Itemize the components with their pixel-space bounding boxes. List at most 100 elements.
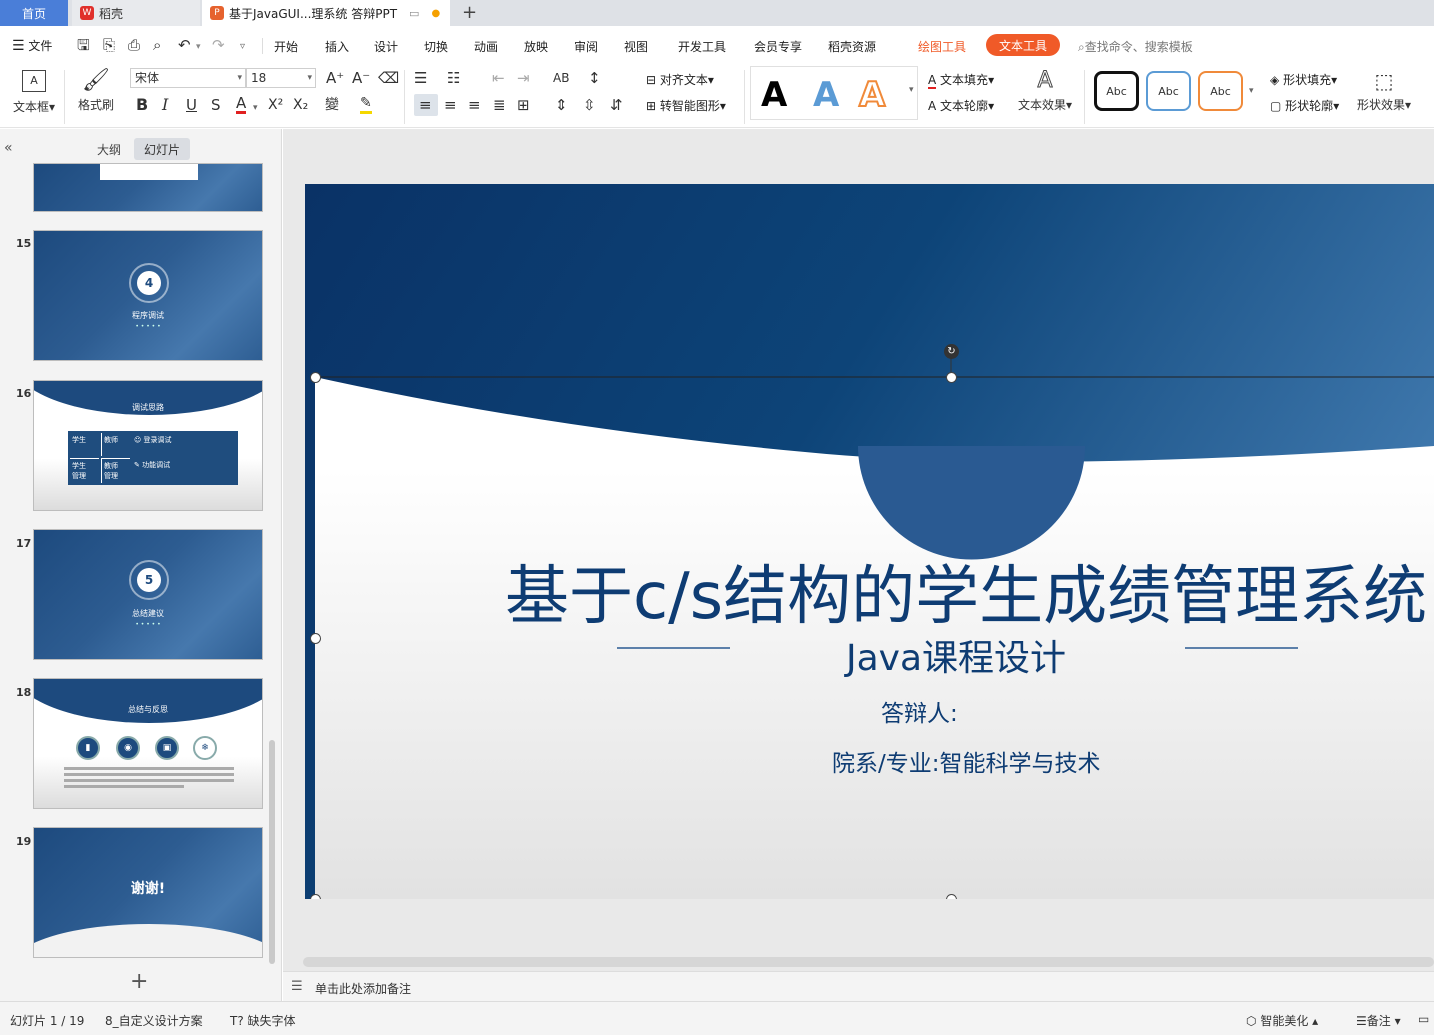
- menu-5[interactable]: 动画: [474, 38, 498, 55]
- slide-thumbnail-19[interactable]: 谢谢!: [33, 827, 263, 958]
- shape-style-orange[interactable]: Abc: [1198, 71, 1243, 111]
- horizontal-scrollbar[interactable]: [303, 957, 1434, 967]
- bold-button[interactable]: B: [136, 96, 148, 114]
- print-icon[interactable]: ⎙: [128, 36, 140, 54]
- smart-beautify-button[interactable]: ⬡ 智能美化 ▴: [1246, 1012, 1318, 1029]
- slide-thumbnail-17[interactable]: 5 总结建议 • • • • •: [33, 529, 263, 660]
- text-style-black[interactable]: A: [761, 75, 787, 115]
- command-search[interactable]: ⌕查找命令、搜索模板: [1078, 38, 1193, 55]
- slide-department[interactable]: 院系/专业:智能科学与技术: [832, 744, 1101, 778]
- resize-handle[interactable]: [946, 894, 957, 899]
- line-height-icon[interactable]: ⇳: [583, 96, 596, 114]
- redo-icon[interactable]: ↷: [212, 36, 225, 54]
- shape-style-black[interactable]: Abc: [1094, 71, 1139, 111]
- slide-thumbnail-14[interactable]: [33, 163, 263, 212]
- notes-pane[interactable]: ☰ 单击此处添加备注: [283, 971, 1434, 1001]
- text-fill-button[interactable]: A 文本填充▾: [928, 71, 994, 89]
- current-slide[interactable]: 基于c/s结构的学生成绩管理系统 Java课程设计 答辩人: 院系/专业:智能科…: [305, 184, 1434, 899]
- italic-button[interactable]: I: [162, 96, 168, 114]
- add-slide-button[interactable]: +: [130, 969, 148, 994]
- superscript-button[interactable]: X²: [268, 96, 283, 114]
- comment-icon[interactable]: ▭: [1418, 1012, 1429, 1026]
- convert-smartart-button[interactable]: ⊞ 转智能图形▾: [646, 97, 726, 114]
- shape-outline-button[interactable]: ▢ 形状轮廓▾: [1270, 97, 1339, 114]
- text-direction-icon[interactable]: AB: [553, 69, 569, 87]
- align-text-button[interactable]: ⊟ 对齐文本▾: [646, 71, 714, 88]
- design-scheme[interactable]: 8_自定义设计方案: [105, 1012, 203, 1029]
- clear-format-icon[interactable]: ⌫: [378, 69, 399, 87]
- quick-access-dropdown-icon[interactable]: ▿: [240, 38, 245, 56]
- numbered-list-icon[interactable]: ☷: [447, 69, 460, 87]
- line-spacing-icon[interactable]: ↕: [588, 69, 601, 87]
- rotate-handle-icon[interactable]: ↻: [944, 344, 959, 359]
- text-effect-button[interactable]: A 文本效果▾: [1016, 68, 1074, 113]
- export-pdf-icon[interactable]: ⎘: [103, 36, 115, 54]
- bullet-list-icon[interactable]: ☰: [414, 69, 427, 87]
- slide-thumbnail-16[interactable]: 调试思路 学生 教师 学生 管理 教师 管理 ☺ 登录调试 ✎ 功能调试: [33, 380, 263, 511]
- slide-presenter[interactable]: 答辩人:: [881, 694, 958, 728]
- tab-document[interactable]: P 基于JavaGUI...理系统 答辩PPT ▭ ●: [202, 0, 450, 26]
- save-icon[interactable]: 🖫: [77, 36, 90, 54]
- undo-dropdown-icon[interactable]: ▾: [196, 38, 201, 56]
- tab-daoke[interactable]: W 稻壳: [72, 0, 200, 26]
- shape-fill-button[interactable]: ◈ 形状填充▾: [1270, 71, 1337, 88]
- align-left-button[interactable]: ≡: [414, 94, 438, 116]
- font-color-button[interactable]: A: [236, 95, 247, 114]
- menu-6[interactable]: 放映: [524, 38, 548, 55]
- notes-toggle-button[interactable]: ☰备注 ▾: [1356, 1012, 1401, 1029]
- align-center-icon[interactable]: ≡: [444, 96, 457, 114]
- para-spacing-icon[interactable]: ⇕: [555, 96, 568, 114]
- print-preview-icon[interactable]: ⌕: [153, 36, 161, 54]
- menu-4[interactable]: 切换: [424, 38, 448, 55]
- slide-title[interactable]: 基于c/s结构的学生成绩管理系统: [505, 545, 1434, 637]
- menu-drawing-tools[interactable]: 绘图工具: [918, 38, 966, 55]
- file-menu[interactable]: ☰ 文件: [12, 37, 52, 54]
- textbox-button[interactable]: A 文本框▾: [12, 68, 56, 115]
- menu-9[interactable]: 开发工具: [678, 38, 726, 55]
- distribute-icon[interactable]: ⊞: [517, 96, 530, 114]
- font-name-select[interactable]: 宋体 ▾: [130, 68, 246, 88]
- highlight-icon[interactable]: ✎: [360, 96, 372, 114]
- resize-handle[interactable]: [310, 372, 321, 383]
- decrease-font-icon[interactable]: A⁻: [352, 69, 370, 87]
- undo-icon[interactable]: ↶: [178, 36, 191, 54]
- menu-text-tools[interactable]: 文本工具: [986, 34, 1060, 56]
- menu-1[interactable]: 开始: [274, 38, 298, 55]
- menu-8[interactable]: 视图: [624, 38, 648, 55]
- slide-thumbnail-15[interactable]: 4 程序调试 • • • • •: [33, 230, 263, 361]
- chevron-down-icon[interactable]: ▾: [253, 99, 258, 117]
- gallery-more-icon[interactable]: ▾: [909, 85, 914, 95]
- text-style-orange-outline[interactable]: A: [858, 74, 886, 116]
- shape-effect-button[interactable]: ⬚ 形状效果▾: [1354, 68, 1414, 113]
- increase-font-icon[interactable]: A⁺: [326, 69, 344, 87]
- shape-gallery-more-icon[interactable]: ▾: [1249, 86, 1254, 96]
- justify-icon[interactable]: ≣: [493, 96, 506, 114]
- missing-font-button[interactable]: T? 缺失字体: [230, 1012, 296, 1029]
- screen-icon[interactable]: ▭: [409, 7, 419, 20]
- slide-subtitle[interactable]: Java课程设计: [846, 629, 1066, 681]
- collapse-panel-icon[interactable]: «: [4, 140, 13, 156]
- menu-10[interactable]: 会员专享: [754, 38, 802, 55]
- align-right-icon[interactable]: ≡: [468, 96, 481, 114]
- menu-2[interactable]: 插入: [325, 38, 349, 55]
- resize-handle[interactable]: [310, 633, 321, 644]
- phonetic-guide-icon[interactable]: 變: [325, 96, 339, 114]
- menu-3[interactable]: 设计: [374, 38, 398, 55]
- underline-button[interactable]: U: [186, 96, 197, 114]
- tab-outline[interactable]: 大纲: [97, 141, 121, 158]
- format-painter-button[interactable]: 🖌 格式刷: [76, 68, 116, 113]
- shape-style-blue[interactable]: Abc: [1146, 71, 1191, 111]
- panel-scrollbar[interactable]: [269, 740, 275, 964]
- increase-indent-icon[interactable]: ⇥: [517, 69, 530, 87]
- font-size-select[interactable]: 18 ▾: [246, 68, 316, 88]
- resize-handle[interactable]: [946, 372, 957, 383]
- text-outline-button[interactable]: A 文本轮廓▾: [928, 97, 994, 114]
- new-tab-button[interactable]: +: [462, 2, 477, 23]
- columns-icon[interactable]: ⇵: [610, 96, 623, 114]
- text-style-blue[interactable]: A: [813, 75, 839, 115]
- tab-home[interactable]: 首页: [0, 0, 68, 26]
- subscript-button[interactable]: X₂: [293, 96, 308, 114]
- menu-11[interactable]: 稻壳资源: [828, 38, 876, 55]
- strikethrough-button[interactable]: S: [211, 96, 221, 114]
- slide-thumbnail-18[interactable]: 总结与反思 ▮ ◉ ▣ ❄: [33, 678, 263, 809]
